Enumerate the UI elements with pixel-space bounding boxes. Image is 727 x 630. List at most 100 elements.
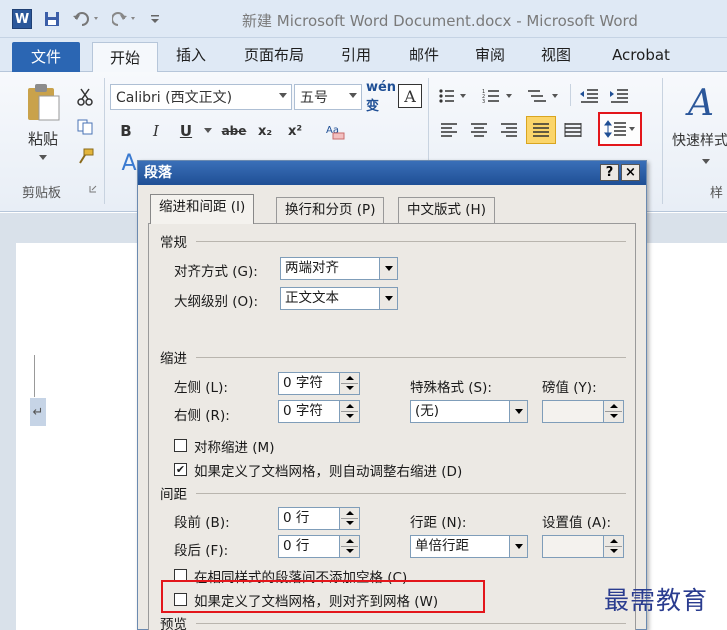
indent-left-value: 0 字符 xyxy=(283,375,323,391)
chevron-down-icon[interactable] xyxy=(379,258,397,279)
mirror-indents-label[interactable]: 对称缩进 (M) xyxy=(194,436,274,456)
margin-marker xyxy=(34,355,35,397)
spacing-section-label: 间距 xyxy=(160,487,187,503)
indent-left-label: 左侧 (L): xyxy=(174,380,228,396)
numbering-icon[interactable]: 123 xyxy=(480,84,516,108)
tab-home[interactable]: 开始 xyxy=(92,42,158,73)
chevron-down-icon[interactable] xyxy=(509,401,527,422)
chevron-down-icon[interactable] xyxy=(379,288,397,309)
quick-styles-icon[interactable]: A xyxy=(678,80,724,126)
italic-button[interactable]: I xyxy=(146,120,166,142)
spinner-arrows-icon[interactable] xyxy=(339,401,359,422)
spacing-before-value: 0 行 xyxy=(283,510,310,526)
font-size-dropdown[interactable]: 五号 xyxy=(294,84,362,110)
word-app-icon[interactable]: W xyxy=(12,9,32,29)
spinner-arrows-icon[interactable] xyxy=(339,536,359,557)
align-left-icon[interactable] xyxy=(436,118,462,142)
spacing-after-value: 0 行 xyxy=(283,538,310,554)
save-icon[interactable] xyxy=(42,8,62,30)
bullets-icon[interactable] xyxy=(436,84,470,108)
dialog-title: 段落 xyxy=(144,165,172,181)
undo-icon[interactable] xyxy=(70,8,104,30)
special-indent-label: 特殊格式 (S): xyxy=(410,380,492,396)
underline-button[interactable]: U xyxy=(176,120,196,142)
window-title: 新建 Microsoft Word Document.docx - Micros… xyxy=(242,12,638,30)
superscript-button[interactable]: x² xyxy=(284,120,306,142)
font-size-value: 五号 xyxy=(300,90,328,106)
paste-button[interactable]: 粘贴 xyxy=(24,128,62,149)
spinner-arrows-icon[interactable] xyxy=(603,401,623,422)
tab-references[interactable]: 引用 xyxy=(332,38,380,72)
dialog-title-bar[interactable]: 段落 xyxy=(138,161,646,185)
general-section-label: 常规 xyxy=(160,235,187,251)
close-button[interactable]: × xyxy=(621,164,640,181)
spinner-arrows-icon[interactable] xyxy=(339,373,359,394)
spacing-at-spinner[interactable] xyxy=(542,535,624,558)
alignment-dropdown[interactable]: 两端对齐 xyxy=(280,257,398,280)
tab-insert[interactable]: 插入 xyxy=(166,38,216,72)
clipboard-launcher-icon[interactable] xyxy=(88,184,98,194)
align-right-icon[interactable] xyxy=(496,118,522,142)
indent-left-spinner[interactable]: 0 字符 xyxy=(278,372,360,395)
format-painter-icon[interactable] xyxy=(74,146,96,168)
tab-line-page-breaks[interactable]: 换行和分页 (P) xyxy=(276,197,385,223)
styles-group-label: 样 xyxy=(710,186,724,201)
line-spacing-dropdown[interactable]: 单倍行距 xyxy=(410,535,528,558)
copy-icon[interactable] xyxy=(74,116,96,138)
justify-icon[interactable] xyxy=(526,116,556,144)
tab-file[interactable]: 文件 xyxy=(12,42,80,72)
tab-mailings[interactable]: 邮件 xyxy=(400,38,448,72)
section-divider xyxy=(196,241,626,242)
spacing-after-spinner[interactable]: 0 行 xyxy=(278,535,360,558)
cut-icon[interactable] xyxy=(74,86,96,108)
quick-styles-button[interactable]: 快速样式 xyxy=(672,130,727,150)
indentation-section-label: 缩进 xyxy=(160,351,187,367)
auto-adjust-indent-label[interactable]: 如果定义了文档网格，则自动调整右缩进 (D) xyxy=(194,460,462,480)
paste-icon[interactable] xyxy=(24,82,62,122)
tab-asian-typography[interactable]: 中文版式 (H) xyxy=(398,197,495,223)
line-spacing-button[interactable] xyxy=(598,112,642,146)
multilevel-list-icon[interactable] xyxy=(524,84,564,108)
clipboard-group-label: 剪贴板 xyxy=(22,186,62,201)
alignment-value: 两端对齐 xyxy=(285,260,339,276)
paragraph-mark-icon: ↵ xyxy=(30,398,46,426)
preview-section-label: 预览 xyxy=(160,617,187,630)
indent-by-spinner[interactable] xyxy=(542,400,624,423)
decrease-indent-icon[interactable] xyxy=(576,84,602,108)
tab-acrobat[interactable]: Acrobat xyxy=(600,38,682,72)
redo-icon[interactable] xyxy=(110,8,140,30)
phonetic-guide-button[interactable]: wén 变 xyxy=(366,80,396,114)
indent-right-label: 右侧 (R): xyxy=(174,408,230,424)
distributed-icon[interactable] xyxy=(560,118,586,142)
title-bar: W 新建 Microsoft Word Document.docx - Micr… xyxy=(0,0,727,38)
clear-formatting-icon[interactable]: Aa xyxy=(322,118,348,144)
customize-quick-access-icon[interactable] xyxy=(146,8,164,30)
bold-button[interactable]: B xyxy=(116,120,136,142)
character-border-button[interactable]: A xyxy=(398,84,422,108)
chevron-down-icon[interactable] xyxy=(509,536,527,557)
paste-dropdown-icon[interactable] xyxy=(36,152,50,164)
chevron-down-icon xyxy=(279,93,287,98)
font-name-dropdown[interactable]: Calibri (西文正文) xyxy=(110,84,292,110)
mirror-indents-checkbox[interactable] xyxy=(174,439,187,452)
tab-view[interactable]: 视图 xyxy=(532,38,580,72)
quick-styles-dropdown-icon[interactable] xyxy=(700,156,712,168)
auto-adjust-indent-checkbox[interactable]: ✔ xyxy=(174,463,187,476)
underline-dropdown-icon[interactable] xyxy=(202,124,214,138)
increase-indent-icon[interactable] xyxy=(606,84,632,108)
align-center-icon[interactable] xyxy=(466,118,492,142)
tab-review[interactable]: 审阅 xyxy=(466,38,514,72)
paragraph-dialog: 段落 ? × 缩进和间距 (I) 换行和分页 (P) 中文版式 (H) 常规 对… xyxy=(137,160,647,630)
help-button[interactable]: ? xyxy=(600,164,619,181)
tab-page-layout[interactable]: 页面布局 xyxy=(236,38,312,72)
strikethrough-button[interactable]: abe xyxy=(220,120,248,142)
tab-indents-spacing[interactable]: 缩进和间距 (I) xyxy=(150,194,255,224)
subscript-button[interactable]: x₂ xyxy=(254,120,276,142)
indent-by-label: 磅值 (Y): xyxy=(542,380,597,396)
indent-right-spinner[interactable]: 0 字符 xyxy=(278,400,360,423)
spinner-arrows-icon[interactable] xyxy=(603,536,623,557)
special-indent-dropdown[interactable]: (无) xyxy=(410,400,528,423)
outline-level-dropdown[interactable]: 正文文本 xyxy=(280,287,398,310)
spinner-arrows-icon[interactable] xyxy=(339,508,359,529)
spacing-before-spinner[interactable]: 0 行 xyxy=(278,507,360,530)
